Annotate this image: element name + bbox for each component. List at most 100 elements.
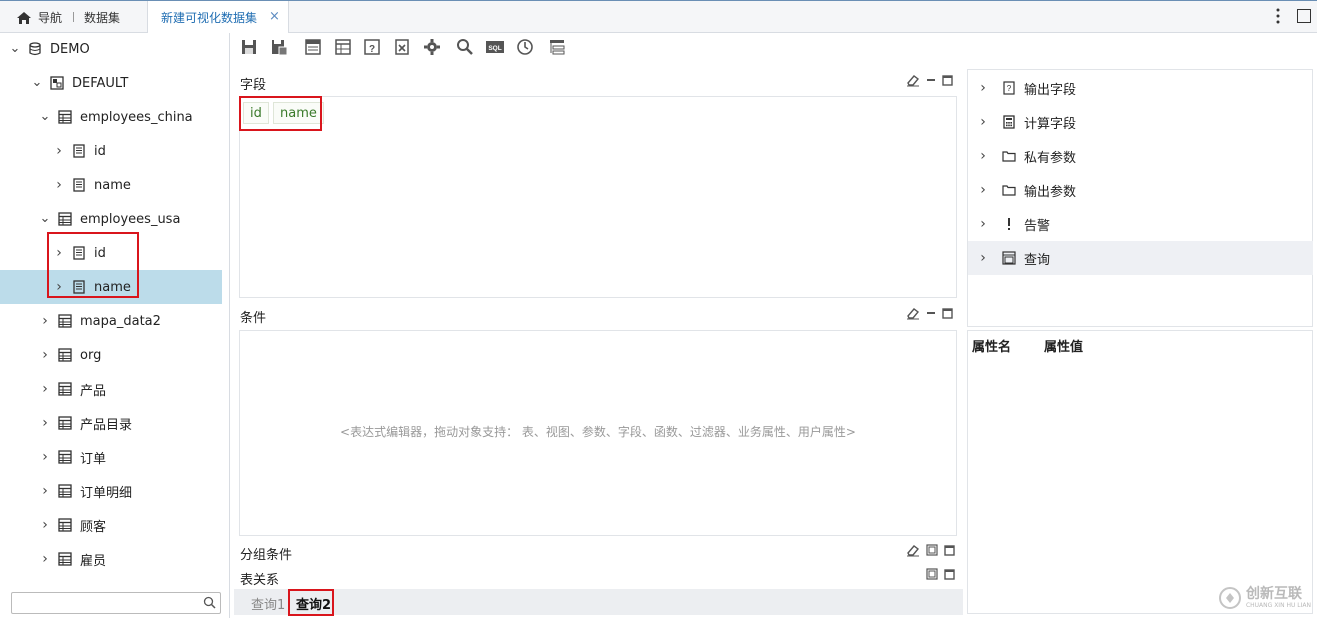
group-conditions-title[interactable]: 分组条件 [240, 544, 292, 563]
chevron-down-icon[interactable]: ⌄ [8, 42, 22, 56]
table-icon [58, 552, 72, 566]
close-tab-icon[interactable]: × [269, 9, 280, 24]
query-object-label: 查询 [1024, 252, 1051, 268]
query-object-item[interactable]: › 私有参数 [968, 139, 1313, 173]
tree-node[interactable]: › 雇员 [0, 542, 222, 576]
chevron-right-icon[interactable]: › [38, 416, 52, 430]
relation-panel-controls [926, 568, 955, 580]
tree-node[interactable]: ⌄ employees_usa [0, 202, 222, 236]
minimize-icon[interactable] [926, 75, 936, 85]
dataset-tab[interactable]: 数据集 [84, 9, 120, 26]
maximize-icon[interactable] [942, 74, 953, 86]
layout-icon[interactable] [304, 38, 322, 56]
svg-text:SQL: SQL [488, 45, 501, 52]
tree-node[interactable]: ⌄ DEFAULT [0, 66, 222, 100]
folder-icon [1002, 149, 1016, 163]
chevron-right-icon[interactable]: › [976, 114, 990, 130]
hierarchy-icon[interactable] [548, 38, 566, 56]
tree-node[interactable]: › 订单 [0, 440, 222, 474]
tree-node[interactable]: › 产品 [0, 372, 222, 406]
chevron-right-icon[interactable]: › [976, 148, 990, 164]
chevron-right-icon[interactable]: › [38, 484, 52, 498]
tree-node[interactable]: › 产品目录 [0, 406, 222, 440]
tree-node[interactable]: › org [0, 338, 222, 372]
conditions-panel-title: 条件 [240, 311, 267, 326]
nav-label: 导航 [38, 11, 63, 25]
query-object-item[interactable]: › 查询 [968, 241, 1313, 275]
help-doc-icon[interactable]: ? [363, 38, 381, 56]
conditions-panel-controls [906, 306, 953, 320]
tree-node[interactable]: › name [0, 168, 222, 202]
fields-panel[interactable]: id name [239, 96, 957, 298]
property-name-header: 属性名 [972, 340, 1012, 355]
tree-node[interactable]: ⌄ DEMO [0, 33, 222, 66]
chevron-right-icon[interactable]: › [976, 216, 990, 232]
tree-node-label: id [94, 143, 106, 159]
table-icon [58, 348, 72, 362]
query-object-label: 私有参数 [1024, 150, 1077, 166]
chevron-down-icon[interactable]: ⌄ [30, 76, 44, 90]
tree-node-label: DEMO [50, 41, 90, 57]
chevron-right-icon[interactable]: › [52, 144, 66, 158]
chevron-right-icon[interactable]: › [38, 552, 52, 566]
chevron-right-icon[interactable]: › [38, 314, 52, 328]
search-icon[interactable] [456, 38, 474, 56]
tree-node-label: name [94, 177, 131, 193]
query-object-label: 输出参数 [1024, 184, 1077, 200]
tab-new-visual-dataset[interactable]: 新建可视化数据集 × [147, 1, 289, 33]
table-relation-title[interactable]: 表关系 [240, 569, 279, 588]
restore-icon[interactable] [926, 544, 938, 556]
settings-icon[interactable] [423, 38, 441, 56]
save-as-icon[interactable] [270, 38, 288, 56]
maximize-icon[interactable] [942, 307, 953, 319]
tab-query-1[interactable]: 查询1 [251, 594, 285, 613]
more-menu-icon[interactable] [1276, 7, 1280, 25]
restore-icon[interactable] [926, 568, 938, 580]
excel-icon[interactable] [393, 38, 411, 56]
tree-node[interactable]: ⌄ employees_china [0, 100, 222, 134]
minimize-icon[interactable] [926, 308, 936, 318]
eraser-icon[interactable] [906, 306, 920, 320]
chevron-right-icon[interactable]: › [38, 518, 52, 532]
expression-editor[interactable]: <表达式编辑器，拖动对象支持： 表、视图、参数、字段、函数、过滤器、业务属性、用… [239, 330, 957, 536]
search-icon [203, 596, 216, 609]
chevron-down-icon[interactable]: ⌄ [38, 212, 52, 226]
query-object-item[interactable]: › 输出参数 [968, 173, 1313, 207]
maximize-icon[interactable] [944, 568, 955, 580]
eraser-icon[interactable] [906, 543, 920, 557]
tree-node[interactable]: › mapa_data2 [0, 304, 222, 338]
tree-node-label: 产品 [80, 383, 107, 399]
table-icon [58, 518, 72, 532]
maximize-icon[interactable] [1297, 9, 1311, 23]
tree-node[interactable]: › id [0, 134, 222, 168]
chevron-right-icon[interactable]: › [52, 178, 66, 192]
alert-icon [1002, 217, 1016, 231]
divider [73, 12, 74, 22]
clock-icon[interactable] [516, 38, 534, 56]
maximize-icon[interactable] [944, 544, 955, 556]
eraser-icon[interactable] [906, 73, 920, 87]
field-icon [72, 144, 86, 158]
chevron-right-icon[interactable]: › [976, 182, 990, 198]
query-object-label: 输出字段 [1024, 82, 1077, 98]
query-object-item[interactable]: ›? 输出字段 [968, 71, 1313, 105]
chevron-right-icon[interactable]: › [976, 80, 990, 96]
query-icon [1002, 251, 1016, 265]
tree-node[interactable]: › 顾客 [0, 508, 222, 542]
chevron-right-icon[interactable]: › [38, 450, 52, 464]
save-icon[interactable] [240, 38, 258, 56]
chevron-right-icon[interactable]: › [976, 250, 990, 266]
sql-icon[interactable]: SQL [486, 38, 504, 56]
table-layout-icon[interactable] [334, 38, 352, 56]
nav-tab[interactable]: 导航 [16, 9, 62, 26]
svg-text:?: ? [1007, 84, 1012, 93]
chevron-right-icon[interactable]: › [38, 348, 52, 362]
dataset-label: 数据集 [84, 11, 121, 25]
chevron-right-icon[interactable]: › [38, 382, 52, 396]
tree-search-input[interactable] [11, 592, 221, 614]
query-object-item[interactable]: › 告警 [968, 207, 1313, 241]
chevron-down-icon[interactable]: ⌄ [38, 110, 52, 124]
query-object-item[interactable]: › 计算字段 [968, 105, 1313, 139]
table-icon [58, 314, 72, 328]
tree-node[interactable]: › 订单明细 [0, 474, 222, 508]
